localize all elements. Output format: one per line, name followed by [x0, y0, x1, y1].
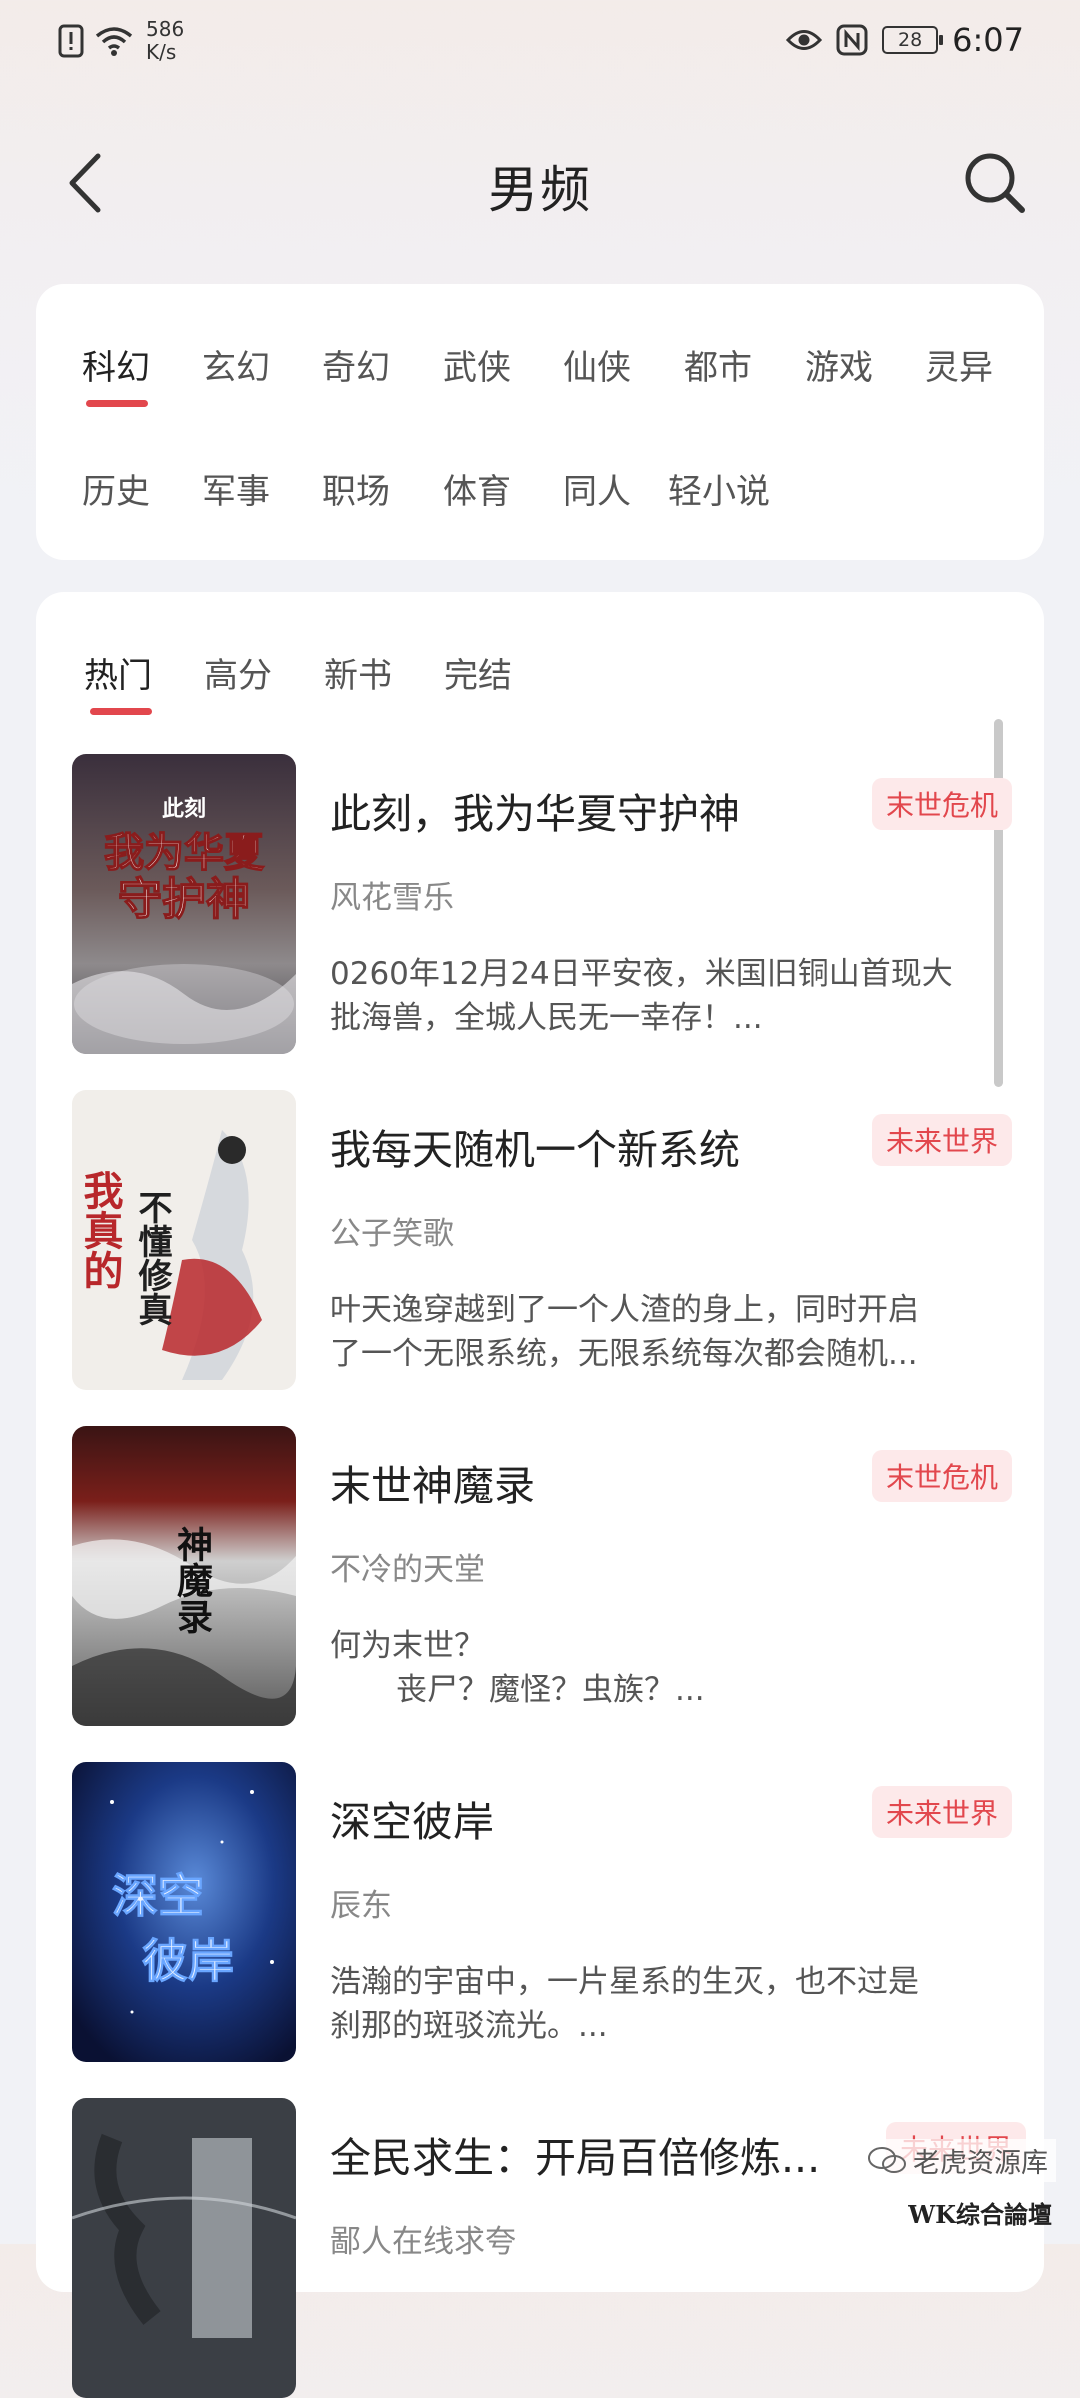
wifi-icon	[95, 27, 133, 56]
category-card: 科幻 玄幻 奇幻 武侠 仙侠 都市 游戏 灵异 历史 军事 职场 体育 同人 轻…	[36, 284, 1044, 560]
tab-hot[interactable]: 热门	[84, 648, 152, 697]
watermark-logo: WK综合論壇	[908, 2200, 1052, 2229]
category-lishi[interactable]: 历史	[82, 464, 150, 513]
book-description: 0260年12月24日平安夜，米国旧铜山首现大 批海兽，全城人民无一幸存！...	[330, 952, 990, 1040]
book-title[interactable]: 我每天随机一个新系统	[330, 1116, 740, 1176]
description-line: 丧尸？魔怪？虫族？...	[396, 1672, 705, 1708]
book-author: 鄙人在线求夸	[330, 2224, 516, 2260]
book-item[interactable]: 我真的 不懂修真 我每天随机一个新系统 未来世界 公子笑歌 叶天逸穿越到了一个人…	[72, 1090, 1012, 1390]
description-line: 刹那的斑驳流光。...	[330, 2008, 608, 2044]
book-author: 风花雪乐	[330, 880, 454, 916]
speed-unit: K/s	[146, 40, 177, 64]
category-lingyi[interactable]: 灵异	[925, 340, 993, 389]
description-line: 叶天逸穿越到了一个人渣的身上，同时开启	[330, 1292, 919, 1328]
genre-tag: 末世危机	[871, 778, 1012, 830]
cover-title-text: 此刻	[162, 796, 206, 822]
network-speed: 586 K/s	[146, 18, 184, 64]
eye-icon	[786, 30, 823, 50]
book-title[interactable]: 末世神魔录	[330, 1452, 535, 1512]
book-cover[interactable]: 此刻 我为华夏 守护神	[72, 754, 296, 1054]
description-line: 0260年12月24日平安夜，米国旧铜山首现大	[330, 956, 953, 992]
header: 男频	[0, 120, 1080, 244]
category-zhichang[interactable]: 职场	[322, 464, 390, 513]
category-xianxia[interactable]: 仙侠	[563, 340, 631, 389]
genre-tag: 未来世界	[871, 1786, 1012, 1838]
book-cover[interactable]: 深空 彼岸	[72, 1762, 296, 2062]
cover-title-text: 不懂修真	[132, 1190, 173, 1326]
category-youxi[interactable]: 游戏	[805, 340, 873, 389]
book-title[interactable]: 此刻，我为华夏守护神	[330, 780, 740, 840]
description-line: 浩瀚的宇宙中，一片星系的生灭，也不过是	[330, 1964, 919, 2000]
category-dushi[interactable]: 都市	[684, 340, 752, 389]
search-icon	[965, 153, 1025, 213]
category-tongren[interactable]: 同人	[563, 464, 631, 513]
cover-title-text: 我为华夏	[104, 830, 265, 876]
tab-high-score[interactable]: 高分	[204, 648, 272, 697]
page-title: 男频	[488, 161, 592, 219]
category-qingxiaoshuo[interactable]: 轻小说	[668, 464, 770, 513]
book-description: 浩瀚的宇宙中，一片星系的生灭，也不过是 刹那的斑驳流光。...	[330, 1960, 990, 2048]
alert-icon	[58, 24, 84, 58]
subtab-active-indicator	[90, 708, 152, 715]
tab-completed[interactable]: 完结	[444, 648, 512, 697]
category-tiyu[interactable]: 体育	[443, 464, 511, 513]
book-cover[interactable]: 我真的 不懂修真	[72, 1090, 296, 1390]
cover-title-text: 深空	[112, 1869, 204, 1923]
tab-new[interactable]: 新书	[324, 648, 392, 697]
category-xuanhuan[interactable]: 玄幻	[202, 340, 270, 389]
book-author: 公子笑歌	[330, 1216, 454, 1252]
battery-icon: 28	[882, 26, 944, 54]
book-author: 不冷的天堂	[330, 1552, 485, 1588]
status-bar: 586 K/s 28 6:07	[0, 0, 1080, 84]
wechat-icon	[868, 2146, 906, 2173]
book-title[interactable]: 全民求生：开局百倍修炼...	[330, 2124, 820, 2184]
cover-title-text: 彼岸	[142, 1934, 234, 1988]
category-qihuan[interactable]: 奇幻	[322, 340, 390, 389]
book-description: 叶天逸穿越到了一个人渣的身上，同时开启 了一个无限系统，无限系统每次都会随机..…	[330, 1288, 990, 1376]
category-scifi[interactable]: 科幻	[82, 340, 150, 389]
category-junshi[interactable]: 军事	[202, 464, 270, 513]
book-author: 辰东	[330, 1888, 392, 1924]
watermark-text: 老虎资源库	[913, 2148, 1048, 2179]
clock: 6:07	[952, 21, 1024, 59]
nfc-icon	[836, 24, 868, 56]
battery-level: 28	[898, 29, 923, 51]
category-wuxia[interactable]: 武侠	[443, 340, 511, 389]
watermark: 老虎资源库	[859, 2139, 1056, 2182]
description-line: 了一个无限系统，无限系统每次都会随机...	[330, 1336, 918, 1372]
description-line: 批海兽，全城人民无一幸存！...	[330, 1000, 763, 1036]
book-item[interactable]: 此刻 我为华夏 守护神 此刻，我为华夏守护神 末世危机 风花雪乐 0260年12…	[72, 754, 1012, 1054]
cover-title-text: 我真的	[77, 1170, 124, 1290]
category-active-indicator	[86, 400, 148, 407]
book-item[interactable]: 深空 彼岸 深空彼岸 未来世界 辰东 浩瀚的宇宙中，一片星系的生灭，也不过是 刹…	[72, 1762, 1012, 2062]
cover-title-text: 守护神	[118, 874, 250, 925]
book-list-card: 热门 高分 新书 完结 此刻 我为华夏 守护神 此刻，我为华夏守护神 末世危机 …	[36, 592, 1044, 2398]
genre-tag: 末世危机	[871, 1450, 1012, 1502]
genre-tag: 未来世界	[871, 1114, 1012, 1166]
speed-value: 586	[146, 17, 185, 41]
description-line: 何为末世？	[330, 1628, 485, 1664]
cover-title-text: 神魔录	[171, 1526, 213, 1634]
book-item[interactable]: 神魔录 末世神魔录 末世危机 不冷的天堂 何为末世？ 丧尸？魔怪？虫族？...	[72, 1426, 1012, 1726]
book-cover[interactable]	[72, 2098, 296, 2398]
book-description: 何为末世？ 丧尸？魔怪？虫族？...	[330, 1624, 990, 1712]
book-title[interactable]: 深空彼岸	[330, 1788, 494, 1848]
search-button[interactable]	[960, 148, 1030, 218]
book-cover[interactable]: 神魔录	[72, 1426, 296, 1726]
